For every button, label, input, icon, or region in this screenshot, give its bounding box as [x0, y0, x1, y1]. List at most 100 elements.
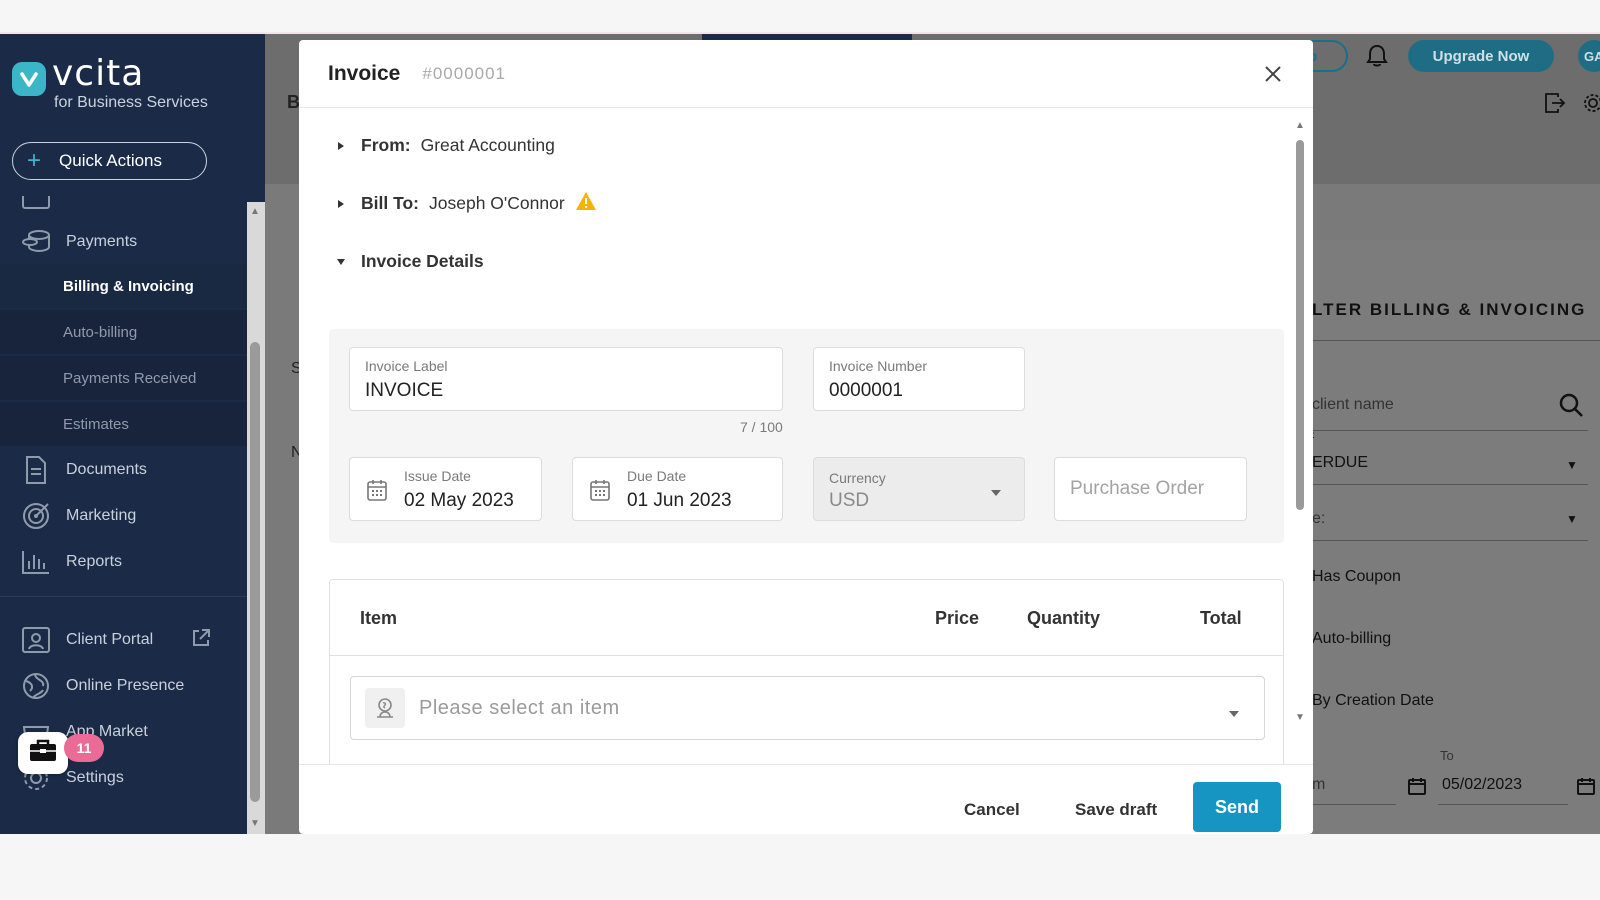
to-date-underline [1438, 804, 1568, 805]
scroll-up-arrow-icon[interactable]: ▲ [250, 206, 260, 217]
sidebar-item-online-presence[interactable]: Online Presence [0, 664, 247, 708]
currency-value: USD [829, 490, 870, 511]
invoice-label-char-counter: 7 / 100 [740, 419, 783, 435]
from-value: Great Accounting [420, 135, 555, 155]
invoice-details-panel: Invoice Label INVOICE Invoice Number 000… [329, 329, 1284, 543]
modal-scrollbar[interactable]: ▲ ▼ [1293, 120, 1307, 730]
sidebar-subitem-payments-received[interactable]: Payments Received [0, 356, 247, 400]
sidebar-item-label: Reports [66, 553, 123, 570]
invoice-label-caption: Invoice Label [365, 358, 448, 374]
reports-icon [20, 546, 52, 578]
type-underline [1300, 540, 1588, 541]
invoice-details-section-toggle[interactable]: Invoice Details [335, 251, 494, 272]
quick-actions-button[interactable]: + Quick Actions [12, 142, 207, 180]
warning-icon[interactable] [575, 191, 597, 216]
scroll-up-arrow-icon[interactable]: ▲ [1295, 120, 1305, 131]
service-item-icon [365, 688, 405, 728]
has-coupon-option[interactable]: Has Coupon [1312, 568, 1401, 586]
sidebar-item-documents[interactable]: Documents [0, 448, 247, 492]
sidebar-item-marketing[interactable]: Marketing [0, 494, 247, 538]
documents-icon [20, 454, 52, 486]
close-icon[interactable] [1261, 62, 1285, 86]
purchase-order-input[interactable]: Purchase Order [1054, 457, 1247, 521]
modal-body: From: Great Accounting Bill To: Joseph O… [299, 109, 1313, 764]
sidebar-item-label: Marketing [66, 507, 137, 524]
cancel-button[interactable]: Cancel [964, 800, 1020, 820]
type-select[interactable]: e: [1312, 510, 1325, 528]
sidebar-item-client-portal[interactable]: Client Portal [0, 618, 247, 662]
chevron-right-icon [335, 141, 347, 151]
bill-to-label: Bill To: [361, 193, 419, 213]
brand-logo[interactable]: vcita for Business Services [12, 56, 208, 112]
sidebar-scrollbar-thumb[interactable] [250, 342, 260, 802]
modal-scrollbar-thumb[interactable] [1296, 140, 1304, 510]
sidebar-subitem-billing-invoicing[interactable]: Billing & Invoicing [0, 264, 247, 308]
item-select-placeholder: Please select an item [419, 696, 620, 719]
line-items-table: Item Price Quantity Total Please select … [329, 579, 1284, 764]
chevron-down-icon [990, 484, 1002, 502]
due-date-value: 01 Jun 2023 [627, 490, 732, 511]
currency-select[interactable]: Currency USD [813, 457, 1025, 521]
vcita-logo-icon [12, 62, 46, 96]
scroll-down-arrow-icon[interactable]: ▼ [250, 818, 260, 829]
avatar-initials: GA [1584, 48, 1600, 64]
search-underline [1300, 430, 1588, 431]
to-date-input[interactable]: 05/02/2023 [1442, 776, 1522, 794]
from-label: From: [361, 135, 411, 155]
sidebar-scrollbar[interactable]: ▲ ▼ [247, 202, 265, 834]
issue-date-field[interactable]: Issue Date 02 May 2023 [349, 457, 542, 521]
table-header: Item Price Quantity Total [330, 580, 1283, 656]
calendar-icon[interactable] [1407, 776, 1427, 801]
invoice-label-field[interactable]: Invoice Label INVOICE [349, 347, 783, 411]
scroll-down-arrow-icon[interactable]: ▼ [1295, 712, 1305, 723]
auto-billing-option[interactable]: Auto-billing [1312, 630, 1391, 648]
sidebar-item-reports[interactable]: Reports [0, 540, 247, 584]
due-date-field[interactable]: Due Date 01 Jun 2023 [572, 457, 783, 521]
upgrade-label: Upgrade Now [1432, 47, 1530, 65]
window-bottom-strip [0, 834, 1600, 900]
calendar-icon[interactable] [1576, 776, 1596, 801]
modal-footer: Cancel Save draft Send [299, 764, 1313, 834]
sidebar: vcita for Business Services + Quick Acti… [0, 34, 265, 834]
from-section-toggle[interactable]: From: Great Accounting [335, 135, 555, 156]
help-toolbox-button[interactable] [18, 732, 68, 774]
sidebar-subitem-estimates[interactable]: Estimates [0, 402, 247, 446]
client-name-search-input[interactable]: client name [1312, 396, 1394, 414]
notification-count-badge: 11 [64, 734, 104, 762]
issue-date-caption: Issue Date [404, 468, 471, 484]
search-icon[interactable] [1558, 392, 1584, 423]
invoice-number-field[interactable]: Invoice Number 0000001 [813, 347, 1025, 411]
brand-name: vcita [52, 53, 145, 94]
window-top-strip [0, 0, 1600, 34]
invoice-label-value: INVOICE [365, 380, 444, 401]
item-select-dropdown[interactable]: Please select an item [350, 676, 1265, 740]
sort-by-option[interactable]: By Creation Date [1312, 692, 1434, 710]
sidebar-item-payments[interactable]: Payments [0, 220, 247, 264]
external-link-icon[interactable] [191, 628, 211, 653]
column-header-total: Total [1200, 608, 1242, 628]
currency-caption: Currency [829, 470, 886, 486]
bill-to-section-toggle[interactable]: Bill To: Joseph O'Connor [335, 191, 597, 216]
upgrade-now-button[interactable]: Upgrade Now [1408, 40, 1554, 72]
from-date-input[interactable]: m [1312, 776, 1325, 794]
invoice-modal: Invoice #0000001 From: Great Accounting … [299, 40, 1313, 834]
invoice-details-label: Invoice Details [361, 251, 484, 271]
gear-icon[interactable] [1582, 92, 1600, 119]
invoice-number-caption: Invoice Number [829, 358, 928, 374]
calendar-icon [589, 478, 611, 507]
send-label: Send [1214, 796, 1259, 817]
column-header-item: Item [360, 608, 398, 628]
sidebar-subitem-auto-billing[interactable]: Auto-billing [0, 310, 247, 354]
export-icon[interactable] [1544, 92, 1566, 119]
send-button[interactable]: Send [1193, 782, 1281, 832]
bell-icon[interactable] [1366, 40, 1392, 72]
chevron-down-icon[interactable]: ▼ [1566, 512, 1578, 526]
client-portal-icon [20, 624, 52, 656]
bill-to-value: Joseph O'Connor [429, 193, 565, 213]
status-select[interactable]: ERDUE [1312, 454, 1368, 472]
online-presence-icon [20, 670, 52, 702]
save-draft-button[interactable]: Save draft [1075, 800, 1157, 820]
toolbox-icon [28, 738, 58, 769]
invoice-number-heading: #0000001 [422, 63, 507, 83]
chevron-down-icon[interactable]: ▼ [1566, 458, 1578, 472]
